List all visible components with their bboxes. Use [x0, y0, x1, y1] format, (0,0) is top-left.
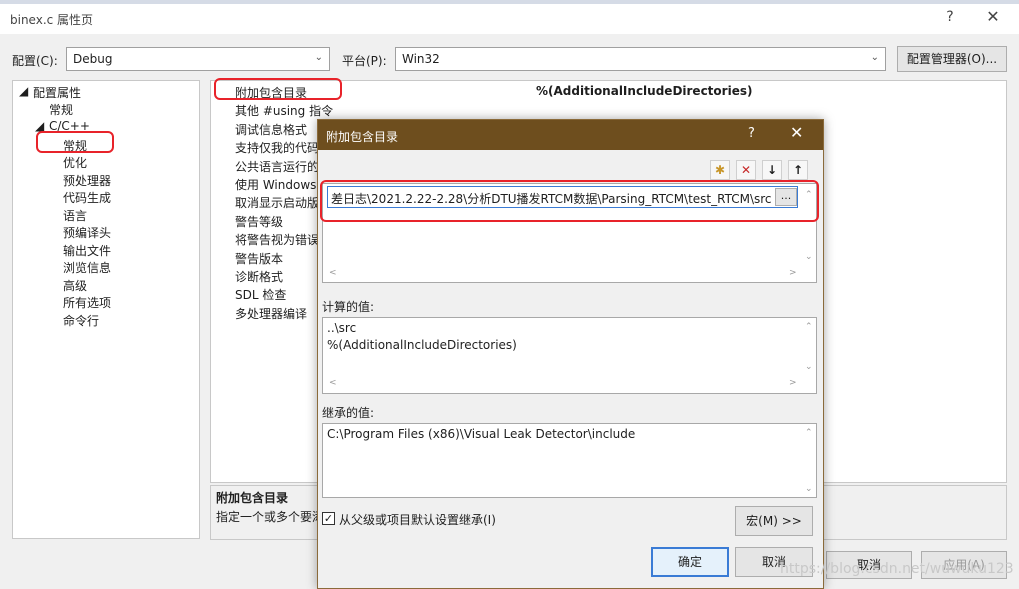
prop-value-additional-include-dirs[interactable]: %(AdditionalIncludeDirectories) [536, 84, 752, 98]
tree-item-code-generation[interactable]: 代码生成 [63, 189, 111, 206]
scroll-down-icon[interactable]: ⌄ [805, 362, 813, 372]
computed-value: ..\src [327, 321, 357, 335]
scroll-right-icon[interactable]: > [789, 268, 797, 278]
new-line-icon[interactable]: ✱ [710, 160, 730, 180]
macros-button[interactable]: 宏(M) >> [735, 506, 813, 536]
close-icon[interactable]: ✕ [982, 7, 1004, 26]
chevron-down-icon: ⌄ [870, 52, 879, 63]
tree-item-config-properties[interactable]: 配置属性 [33, 84, 81, 101]
prop-clr-support[interactable]: 公共语言运行的 [235, 158, 319, 175]
tree-item-language[interactable]: 语言 [63, 207, 87, 224]
platform-label: 平台(P): [342, 54, 387, 68]
inherit-checkbox[interactable]: ✓ [322, 512, 335, 525]
delete-line-icon[interactable]: ✕ [736, 160, 756, 180]
inherited-values-list[interactable]: C:\Program Files (x86)\Visual Leak Detec… [322, 423, 817, 498]
chevron-down-icon: ⌄ [314, 52, 323, 63]
prop-multiprocessor-compile[interactable]: 多处理器编译 [235, 305, 307, 322]
inherit-checkbox-label[interactable]: 从父级或项目默认设置继承(I) [339, 511, 496, 528]
description-title: 附加包含目录 [216, 491, 289, 505]
prop-warnings-as-errors[interactable]: 将警告视为错误 [235, 231, 319, 248]
scroll-up-icon[interactable]: ⌃ [805, 322, 813, 332]
tree-item-output-files[interactable]: 输出文件 [63, 242, 111, 259]
ok-button[interactable]: 确定 [651, 547, 729, 577]
help-button[interactable]: ? [940, 9, 960, 25]
prop-warning-level[interactable]: 警告等级 [235, 213, 283, 230]
window-title: binex.c 属性页 [10, 13, 94, 27]
description-text: 指定一个或多个要添 [216, 510, 325, 524]
watermark: https://blog.csdn.net/wuwuku123 [780, 561, 1014, 577]
prop-just-my-code[interactable]: 支持仅我的代码 [235, 139, 319, 156]
dialog-title: 附加包含目录 [326, 130, 399, 144]
tree-expander-icon[interactable]: ◢ [19, 84, 28, 98]
platform-select[interactable]: Win32 ⌄ [395, 47, 886, 71]
tree-item-preprocessor[interactable]: 预处理器 [63, 172, 111, 189]
highlight-tree-general [36, 131, 114, 153]
move-down-icon[interactable]: ↓ [762, 160, 782, 180]
title-bar: binex.c 属性页 ? ✕ [0, 4, 1019, 34]
tree-item-command-line[interactable]: 命令行 [63, 312, 99, 329]
computed-value: %(AdditionalIncludeDirectories) [327, 338, 517, 352]
config-value: Debug [73, 52, 113, 66]
tree-item-browse-info[interactable]: 浏览信息 [63, 259, 111, 276]
prop-debug-info-format[interactable]: 调试信息格式 [235, 121, 307, 138]
config-label: 配置(C): [12, 54, 58, 68]
config-manager-button[interactable]: 配置管理器(O)... [897, 46, 1007, 72]
inherited-value: C:\Program Files (x86)\Visual Leak Detec… [327, 427, 636, 441]
prop-windows-runtime[interactable]: 使用 Windows [235, 176, 316, 193]
computed-values-list[interactable]: ..\src %(AdditionalIncludeDirectories) ⌃… [322, 317, 817, 394]
scroll-up-icon[interactable]: ⌃ [805, 428, 813, 438]
scroll-down-icon[interactable]: ⌄ [805, 484, 813, 494]
tree-item-optimization[interactable]: 优化 [63, 154, 87, 171]
move-up-icon[interactable]: ↑ [788, 160, 808, 180]
dialog-title-bar: 附加包含目录 ? ✕ [318, 120, 823, 150]
prop-diagnostics-format[interactable]: 诊断格式 [235, 268, 283, 285]
dialog-help-button[interactable]: ? [748, 126, 755, 141]
tree-item-advanced[interactable]: 高级 [63, 277, 87, 294]
prop-suppress-banner[interactable]: 取消显示启动版 [235, 194, 319, 211]
platform-value: Win32 [402, 52, 440, 66]
dialog-close-icon[interactable]: ✕ [790, 123, 803, 142]
scroll-down-icon[interactable]: ⌄ [805, 252, 813, 262]
tree-item-all-options[interactable]: 所有选项 [63, 294, 111, 311]
computed-values-label: 计算的值: [322, 300, 375, 314]
prop-using-directives[interactable]: 其他 #using 指令 [235, 102, 333, 119]
scroll-left-icon[interactable]: < [329, 378, 337, 388]
inherited-values-label: 继承的值: [322, 406, 375, 420]
include-dirs-dialog: 附加包含目录 ? ✕ ✱ ✕ ↓ ↑ 差日志\2021.2.22-2.28\分析… [317, 119, 824, 589]
tree-item-general[interactable]: 常规 [49, 101, 73, 118]
highlight-prop-include-dirs [214, 78, 342, 100]
scroll-left-icon[interactable]: < [329, 268, 337, 278]
tree-item-precompiled-headers[interactable]: 预编译头 [63, 224, 111, 241]
highlight-include-dir-entry [320, 180, 819, 222]
prop-warning-version[interactable]: 警告版本 [235, 250, 283, 267]
prop-sdl-check[interactable]: SDL 检查 [235, 286, 286, 303]
config-select[interactable]: Debug ⌄ [66, 47, 330, 71]
scroll-right-icon[interactable]: > [789, 378, 797, 388]
